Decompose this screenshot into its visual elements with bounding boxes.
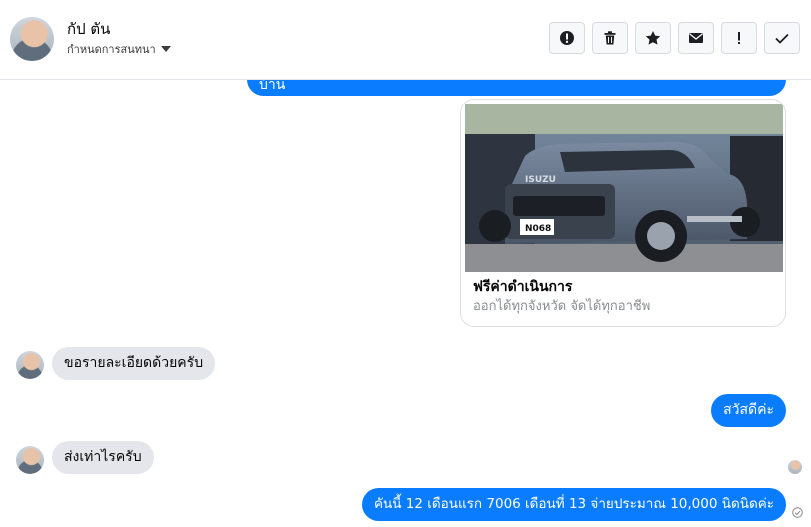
read-receipt-avatar [788, 460, 802, 474]
conversation-header: กัป ตัน กำหนดการสนทนา [0, 0, 811, 80]
brand-badge: ISUZU [525, 175, 556, 185]
mail-button[interactable] [678, 22, 714, 54]
message-text: สวัสดีค่ะ [723, 402, 774, 418]
incoming-message[interactable]: ขอรายละเอียดด้วยครับ [52, 347, 216, 380]
ad-card-message[interactable]: ISUZU N068 ฟรีค่าดำเนินการ ออกได้ทุกจังห… [460, 99, 786, 327]
message-text: ส่งเท่าไรครับ [64, 449, 142, 465]
card-subtitle: ออกได้ทุกจังหวัด จัดได้ทุกอาชีพ [473, 299, 651, 314]
star-button[interactable] [635, 22, 671, 54]
message-text: ขอรายละเอียดด้วยครับ [64, 355, 204, 371]
contact-name[interactable]: กัป ตัน [67, 17, 110, 41]
report-button[interactable] [549, 22, 585, 54]
sender-avatar [16, 351, 44, 379]
incoming-message[interactable]: ส่งเท่าไรครับ [52, 441, 154, 474]
exclamation-icon [738, 32, 740, 44]
delete-button[interactable] [592, 22, 628, 54]
message-text: คันนี้ 12 เดือนแรก 7006 เดือนที่ 13 จ่าย… [374, 496, 774, 512]
alert-circle-icon [560, 31, 574, 45]
important-button[interactable] [721, 22, 757, 54]
caret-down-icon [160, 46, 171, 52]
envelope-icon [689, 33, 703, 43]
outgoing-message[interactable]: สวัสดีค่ะ [711, 394, 786, 427]
contact-avatar[interactable] [10, 17, 54, 61]
outgoing-message[interactable]: คันนี้ 12 เดือนแรก 7006 เดือนที่ 13 จ่าย… [362, 488, 786, 521]
header-actions [549, 22, 800, 54]
trash-icon [604, 31, 616, 45]
truck-photo: ISUZU N068 [465, 104, 783, 272]
sender-avatar [16, 446, 44, 474]
conversation-schedule-dropdown[interactable]: กำหนดการสนทนา [67, 40, 171, 58]
sent-check-icon [792, 507, 803, 518]
star-icon [645, 31, 661, 45]
schedule-label: กำหนดการสนทนา [67, 43, 156, 56]
license-plate: N068 [525, 224, 551, 234]
mark-done-button[interactable] [764, 22, 800, 54]
check-icon [775, 33, 789, 44]
